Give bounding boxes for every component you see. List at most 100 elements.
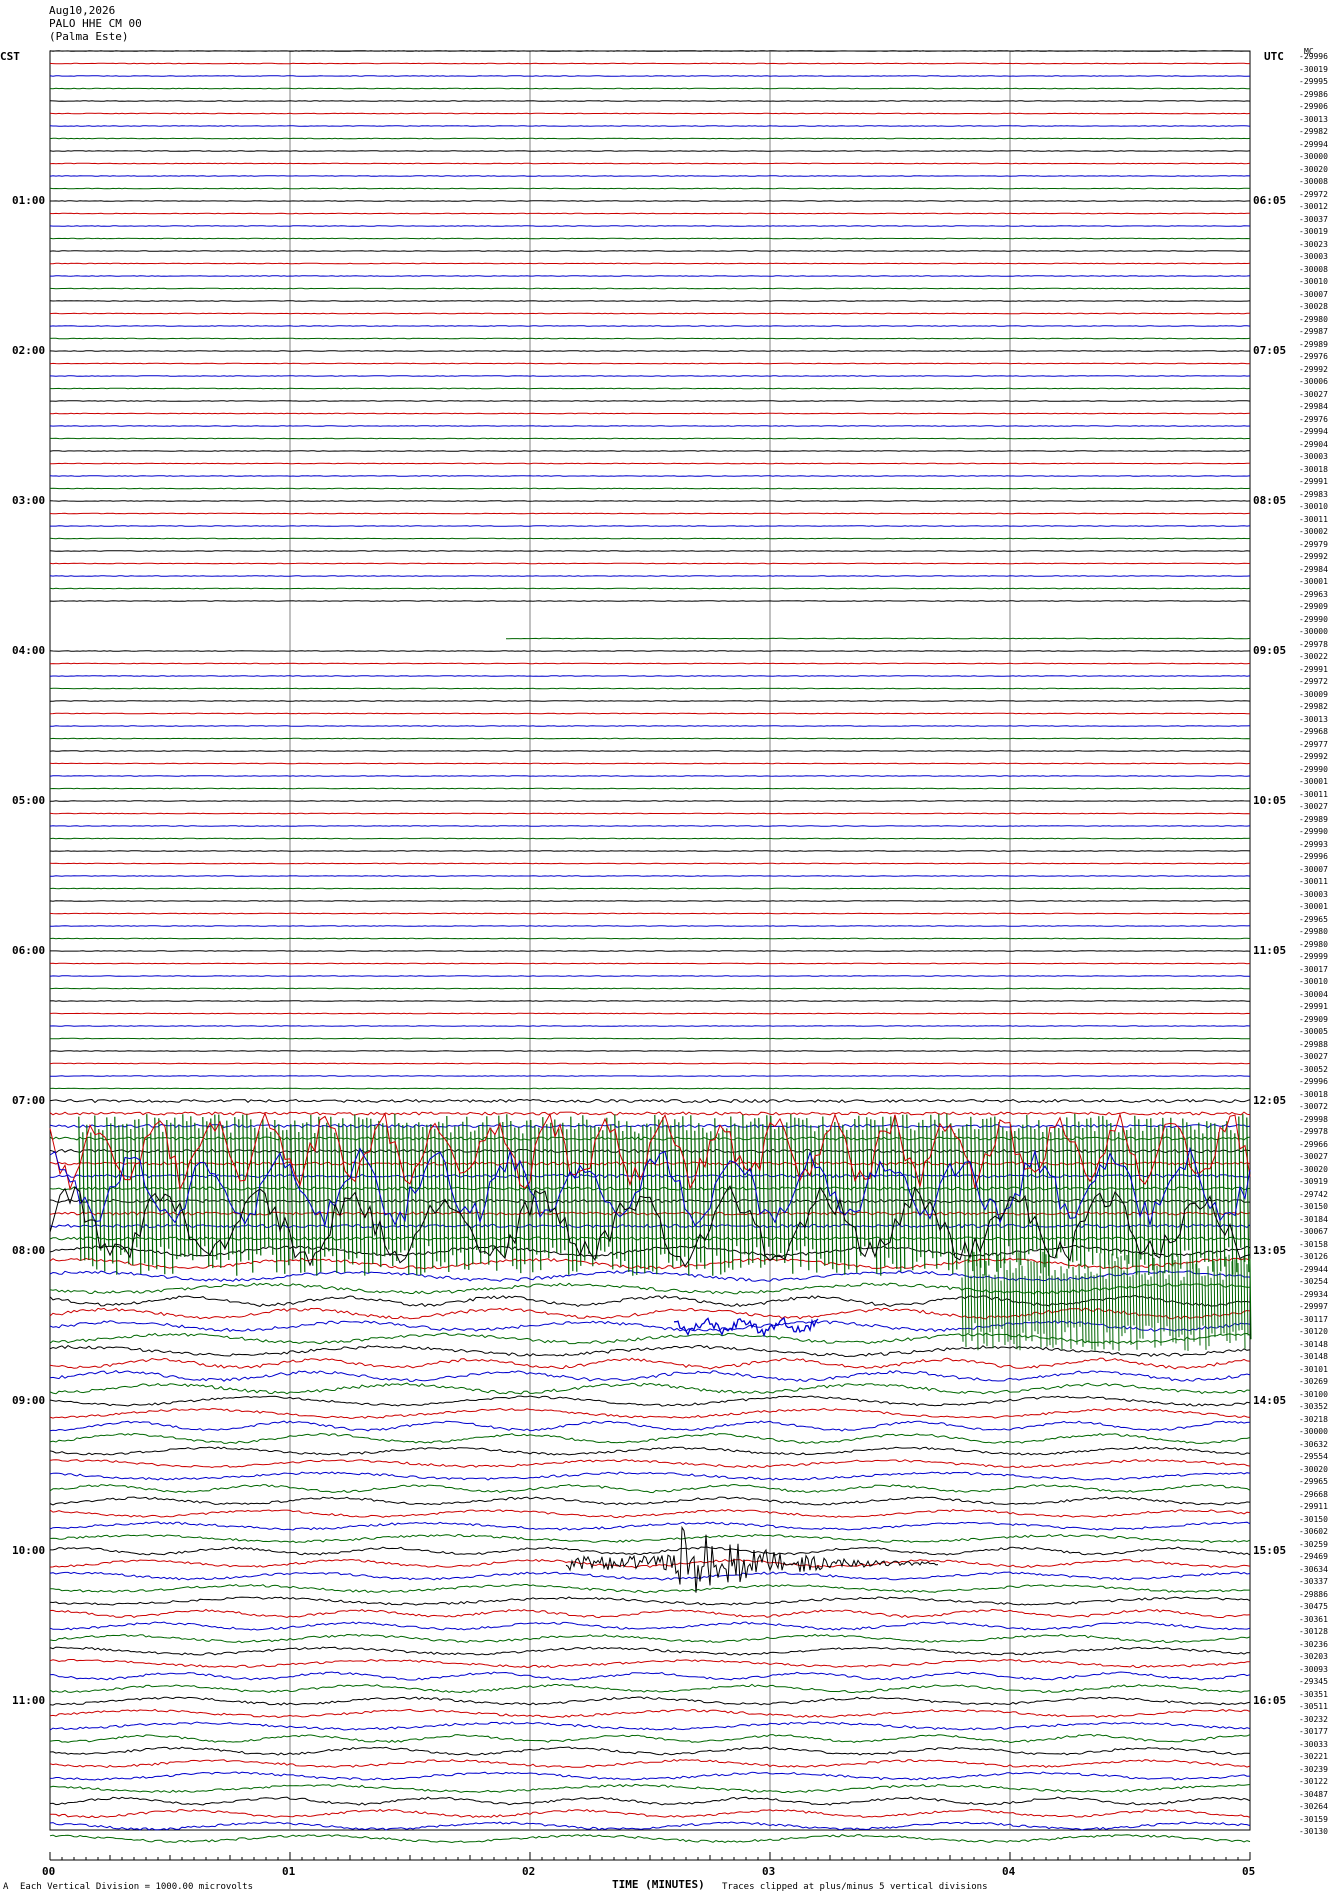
trace-offset-label: -30007 xyxy=(1299,289,1328,299)
trace-line-123 xyxy=(50,1583,1250,1594)
right-time-label: 16:05 xyxy=(1253,1694,1287,1707)
trace-offset-label: -30148 xyxy=(1299,1339,1328,1349)
trace-line-35 xyxy=(49,487,1251,490)
trace-offset-label: -30009 xyxy=(1299,689,1328,699)
trace-line-125 xyxy=(49,1608,1251,1619)
trace-line-114 xyxy=(49,1471,1251,1481)
x-tick-label: 05 xyxy=(1242,1865,1256,1878)
trace-offset-label: -29991 xyxy=(1299,1002,1328,1011)
trace-offset-label: -30236 xyxy=(1299,1639,1328,1649)
trace-offset-label: -30023 xyxy=(1299,239,1328,249)
trace-line-41 xyxy=(49,562,1251,565)
trace-offset-label: -30487 xyxy=(1299,1789,1328,1799)
trace-offset-label: -29968 xyxy=(1299,727,1328,736)
trace-offset-label: -29992 xyxy=(1299,364,1328,374)
trace-offset-label: -29982 xyxy=(1299,127,1328,136)
trace-offset-label: -30008 xyxy=(1299,177,1328,186)
trace-line-80 xyxy=(49,1050,1251,1052)
trace-line-17 xyxy=(50,262,1251,265)
trace-offset-label: -30020 xyxy=(1299,1164,1328,1174)
trace-line-118 xyxy=(49,1521,1251,1531)
trace-offset-label: -29906 xyxy=(1299,102,1328,111)
late-noise-burst xyxy=(961,1251,1252,1351)
trace-line-143 xyxy=(49,1834,1251,1844)
trace-offset-label: -29984 xyxy=(1299,564,1328,574)
trace-line-78 xyxy=(49,1025,1251,1027)
trace-line-141 xyxy=(49,1808,1251,1819)
trace-line-70 xyxy=(50,925,1251,927)
seismic-events xyxy=(49,1111,1252,1593)
trace-line-64 xyxy=(49,850,1251,852)
clip-note: Traces clipped at plus/minus 5 vertical … xyxy=(722,1882,988,1892)
trace-line-113 xyxy=(49,1458,1251,1469)
trace-line-47 xyxy=(505,637,1251,640)
seismic-traces xyxy=(49,50,1251,1844)
trace-offset-label: -30006 xyxy=(1299,377,1328,386)
helicorder-plot xyxy=(49,50,1252,1861)
trace-line-6 xyxy=(49,125,1251,127)
trace-line-102 xyxy=(49,1319,1251,1333)
trace-line-132 xyxy=(49,1696,1251,1706)
trace-offset-label: -29987 xyxy=(1299,327,1328,336)
saturated-noise-green xyxy=(78,1113,1250,1276)
trace-offset-label: -30177 xyxy=(1299,1727,1328,1736)
trace-line-135 xyxy=(49,1733,1251,1744)
trace-offset-label: -30259 xyxy=(1299,1539,1328,1549)
trace-line-126 xyxy=(49,1621,1251,1631)
trace-offset-label: -30003 xyxy=(1299,889,1328,899)
trace-offset-label: -29990 xyxy=(1299,827,1328,836)
trace-offset-label: -29972 xyxy=(1299,677,1328,686)
trace-offset-label: -29992 xyxy=(1299,752,1328,761)
trace-line-33 xyxy=(49,462,1251,465)
trace-offset-label: -30221 xyxy=(1299,1752,1328,1761)
trace-offset-label: -29980 xyxy=(1299,314,1328,324)
trace-offset-label: -30148 xyxy=(1299,1352,1328,1361)
trace-line-129 xyxy=(49,1659,1251,1669)
trace-line-93 xyxy=(49,1211,1251,1216)
trace-line-88 xyxy=(49,1148,1251,1154)
trace-offset-label: -29990 xyxy=(1299,764,1328,774)
trace-offset-label: -30019 xyxy=(1299,64,1328,74)
trace-offset-label: -30019 xyxy=(1299,227,1328,236)
trace-offset-label: -30027 xyxy=(1299,802,1328,811)
trace-offset-label: -30001 xyxy=(1299,777,1328,786)
trace-offset-label: -30017 xyxy=(1299,964,1328,974)
trace-offset-label: -30018 xyxy=(1299,464,1328,474)
trace-line-28 xyxy=(50,400,1251,402)
trace-offset-label: -30130 xyxy=(1299,1827,1328,1836)
trace-line-90 xyxy=(49,1173,1251,1179)
trace-offset-label: -30000 xyxy=(1299,1427,1328,1436)
trace-line-94 xyxy=(49,1223,1251,1229)
trace-line-91 xyxy=(49,1186,1251,1191)
trace-offset-label: -29978 xyxy=(1299,639,1328,649)
trace-offset-label: -30002 xyxy=(1299,527,1328,536)
trace-offset-label: -29944 xyxy=(1299,1264,1328,1274)
trace-line-108 xyxy=(49,1395,1251,1407)
trace-line-19 xyxy=(49,287,1251,290)
trace-offset-label: -30011 xyxy=(1299,514,1328,524)
trace-offset-label: -29994 xyxy=(1299,427,1328,436)
right-time-label: 12:05 xyxy=(1253,1094,1287,1107)
trace-line-87 xyxy=(49,1136,1251,1141)
corner-mark: A xyxy=(3,1882,9,1892)
trace-offset-label: -30003 xyxy=(1299,252,1328,261)
trace-line-25 xyxy=(49,362,1251,365)
trace-offset-label: -29979 xyxy=(1299,539,1328,549)
left-time-label: 05:00 xyxy=(12,794,46,807)
trace-line-76 xyxy=(49,1000,1250,1002)
trace-line-60 xyxy=(49,800,1250,802)
trace-line-29 xyxy=(49,412,1251,415)
trace-line-10 xyxy=(49,175,1251,177)
trace-line-120 xyxy=(50,1546,1251,1556)
trace-offset-label: -29998 xyxy=(1299,1114,1328,1124)
trace-line-77 xyxy=(49,1012,1251,1015)
x-tick-label: 00 xyxy=(42,1865,56,1878)
trace-offset-label: -29983 xyxy=(1299,489,1328,499)
x-tick-label: 01 xyxy=(282,1865,296,1878)
trace-line-82 xyxy=(49,1075,1251,1077)
trace-line-3 xyxy=(49,87,1251,90)
trace-offset-label: -29963 xyxy=(1299,589,1328,599)
trace-offset-label: -30269 xyxy=(1299,1377,1328,1386)
x-tick-label: 04 xyxy=(1002,1865,1016,1878)
trace-offset-label: -30264 xyxy=(1299,1802,1328,1811)
